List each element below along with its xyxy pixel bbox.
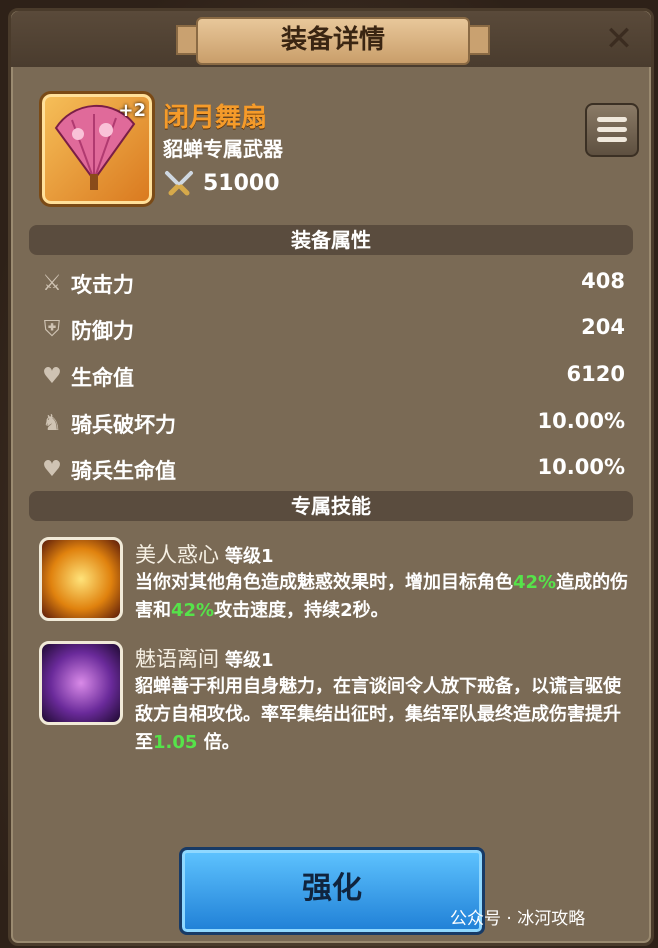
stat-row-cavalry-hp: ♥ 骑兵生命值 10.00% — [39, 449, 625, 489]
attributes-header: 装备属性 — [29, 225, 633, 255]
skill-title: 魅语离间 等级1 — [135, 643, 274, 673]
stat-label: 骑兵生命值 — [71, 459, 176, 483]
list-menu-button[interactable] — [585, 103, 639, 157]
stat-value: 204 — [581, 315, 625, 339]
heart-icon: ♥ — [42, 364, 62, 389]
skill-description: 当你对其他角色造成魅惑效果时，增加目标角色42%造成的伤害和42%攻击速度，持续… — [135, 569, 635, 625]
watermark: 公众号 · 冰河攻略 — [450, 909, 586, 929]
stat-label: 生命值 — [71, 366, 134, 390]
stat-row-defense: ⛨ 防御力 204 — [39, 309, 625, 349]
title-bar: 装备详情 ✕ — [11, 11, 651, 67]
upgrade-level: +2 — [118, 100, 146, 121]
combat-power: 51000 — [203, 171, 280, 196]
stat-label: 攻击力 — [71, 273, 134, 297]
crossed-swords-icon — [165, 171, 193, 196]
stat-label: 防御力 — [71, 319, 134, 343]
stat-value: 10.00% — [537, 409, 625, 433]
close-icon[interactable]: ✕ — [601, 21, 637, 57]
skill-level: 等级1 — [225, 650, 274, 671]
stat-value: 408 — [581, 269, 625, 293]
stat-value: 10.00% — [537, 455, 625, 479]
desc-highlight: 1.05 — [153, 732, 198, 753]
skill-name: 美人惑心 — [135, 543, 219, 567]
cavalry-icon: ♞ — [42, 411, 62, 436]
sword-icon: ⚔ — [42, 271, 62, 296]
shield-icon: ⛨ — [43, 317, 61, 342]
stat-row-attack: ⚔ 攻击力 408 — [39, 263, 625, 303]
stat-label: 骑兵破坏力 — [71, 413, 176, 437]
skills-header: 专属技能 — [29, 491, 633, 521]
item-name: 闭月舞扇 — [163, 103, 268, 133]
skill-name: 魅语离间 — [135, 647, 219, 671]
desc-text: 倍。 — [197, 732, 240, 753]
skill-description: 貂蝉善于利用自身魅力，在言谈间令人放下戒备，以谎言驱使敌方自相攻伐。率军集结出征… — [135, 673, 635, 757]
desc-text: 攻击速度，持续2秒。 — [214, 600, 389, 621]
desc-highlight: 42% — [513, 572, 557, 593]
skill-title: 美人惑心 等级1 — [135, 539, 274, 569]
equipment-detail-panel: 装备详情 ✕ +2 闭月舞扇 貂蝉专属武器 51000 装备属性 ⚔ 攻击力 4… — [8, 8, 654, 946]
skill-discord-icon[interactable] — [39, 641, 123, 725]
heart-icon: ♥ — [42, 457, 62, 482]
desc-text: 当你对其他角色造成魅惑效果时，增加目标角色 — [135, 572, 513, 593]
stat-row-cavalry-damage: ♞ 骑兵破坏力 10.00% — [39, 403, 625, 443]
enhance-button[interactable]: 强化 — [179, 847, 485, 935]
skill-level: 等级1 — [225, 546, 274, 567]
skill-charm-icon[interactable] — [39, 537, 123, 621]
stat-value: 6120 — [566, 362, 625, 386]
item-subtitle: 貂蝉专属武器 — [163, 137, 283, 161]
page-title: 装备详情 — [196, 17, 470, 65]
desc-highlight: 42% — [171, 600, 215, 621]
fan-weapon-icon: +2 — [39, 91, 155, 207]
stat-row-hp: ♥ 生命值 6120 — [39, 356, 625, 396]
